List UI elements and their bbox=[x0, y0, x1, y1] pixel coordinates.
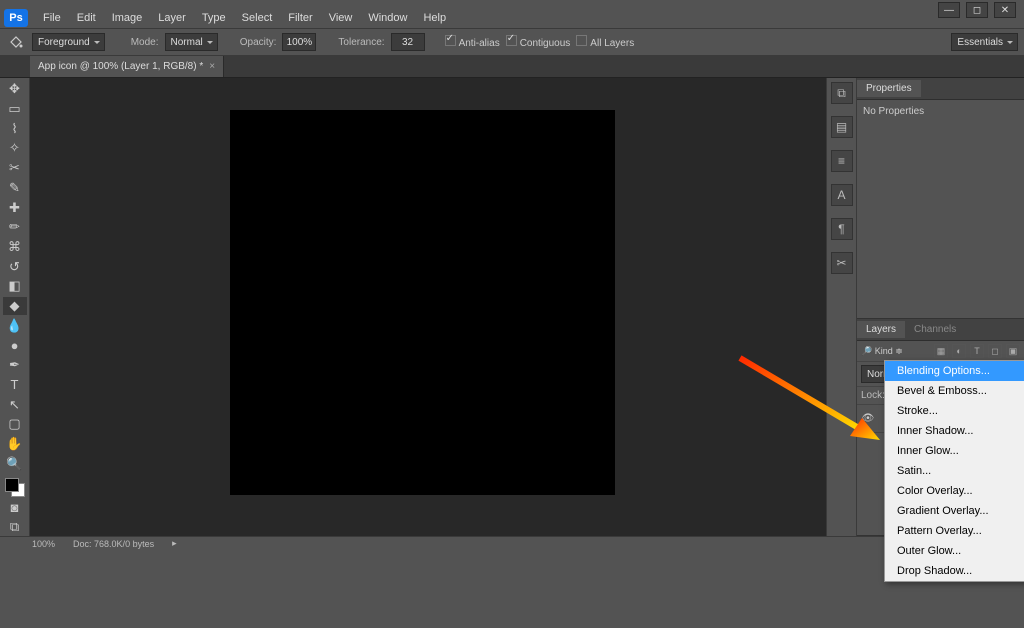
wand-tool[interactable]: ✧ bbox=[3, 139, 27, 158]
path-tool[interactable]: ↖ bbox=[3, 395, 27, 414]
menu-window[interactable]: Window bbox=[361, 10, 414, 26]
menu-select[interactable]: Select bbox=[235, 10, 280, 26]
bucket-tool-icon[interactable] bbox=[6, 32, 26, 52]
heal-tool[interactable]: ✚ bbox=[3, 198, 27, 217]
menu-layer[interactable]: Layer bbox=[151, 10, 193, 26]
ctx-inner-shadow[interactable]: Inner Shadow... bbox=[885, 421, 1024, 441]
filter-smart-icon[interactable]: ▣ bbox=[1006, 344, 1020, 358]
ctx-gradient-overlay[interactable]: Gradient Overlay... bbox=[885, 501, 1024, 521]
ctx-stroke[interactable]: Stroke... bbox=[885, 401, 1024, 421]
kind-filter[interactable]: 🔎 Kind ≑ bbox=[861, 346, 903, 357]
eyedropper-tool[interactable]: ✎ bbox=[3, 179, 27, 198]
status-arrow-icon[interactable]: ▸ bbox=[172, 538, 177, 549]
tolerance-label: Tolerance: bbox=[338, 37, 384, 48]
menu-type[interactable]: Type bbox=[195, 10, 233, 26]
filter-shape-icon[interactable]: ◻ bbox=[988, 344, 1002, 358]
properties-tab[interactable]: Properties bbox=[857, 80, 921, 97]
stamp-tool[interactable]: ⌘ bbox=[3, 238, 27, 257]
ctx-drop-shadow[interactable]: Drop Shadow... bbox=[885, 561, 1024, 581]
brush-panel-icon[interactable]: ≡ bbox=[831, 150, 853, 172]
ctx-outer-glow[interactable]: Outer Glow... bbox=[885, 541, 1024, 561]
screenmode-toggle[interactable]: ⧉ bbox=[3, 517, 27, 536]
crop-tool[interactable]: ✂ bbox=[3, 159, 27, 178]
ctx-color-overlay[interactable]: Color Overlay... bbox=[885, 481, 1024, 501]
all-layers-checkbox[interactable]: All Layers bbox=[576, 35, 634, 49]
para-panel-icon[interactable]: ¶ bbox=[831, 218, 853, 240]
menu-view[interactable]: View bbox=[322, 10, 360, 26]
brush-tool[interactable]: ✏ bbox=[3, 218, 27, 237]
actions-panel-icon[interactable]: ▤ bbox=[831, 116, 853, 138]
zoom-level[interactable]: 100% bbox=[32, 539, 55, 549]
filter-adjust-icon[interactable]: ◐ bbox=[952, 344, 966, 358]
doc-info: Doc: 768.0K/0 bytes bbox=[73, 539, 154, 549]
contiguous-checkbox[interactable]: Contiguous bbox=[506, 35, 571, 49]
properties-body: No Properties bbox=[857, 100, 1024, 318]
options-bar: Foreground Mode: Normal Opacity: 100% To… bbox=[0, 28, 1024, 56]
collapsed-panels: ⧉ ▤ ≡ A ¶ ✂ bbox=[826, 78, 856, 536]
menu-edit[interactable]: Edit bbox=[70, 10, 103, 26]
properties-empty-text: No Properties bbox=[863, 106, 924, 117]
artboard[interactable] bbox=[230, 110, 615, 495]
lock-label: Lock: bbox=[861, 390, 885, 401]
menu-file[interactable]: File bbox=[36, 10, 68, 26]
quickmask-toggle[interactable]: ◙ bbox=[3, 498, 27, 517]
ctx-bevel-emboss[interactable]: Bevel & Emboss... bbox=[885, 381, 1024, 401]
window-maximize-button[interactable]: ◻ bbox=[966, 2, 988, 18]
shape-tool[interactable]: ▢ bbox=[3, 415, 27, 434]
swatches-panel-icon[interactable]: ✂ bbox=[831, 252, 853, 274]
window-minimize-button[interactable]: — bbox=[938, 2, 960, 18]
document-tab-bar: App icon @ 100% (Layer 1, RGB/8) * × bbox=[0, 56, 1024, 78]
mode-label: Mode: bbox=[131, 37, 159, 48]
window-close-button[interactable]: ✕ bbox=[994, 2, 1016, 18]
menu-help[interactable]: Help bbox=[416, 10, 453, 26]
zoom-tool[interactable]: 🔍 bbox=[3, 454, 27, 473]
visibility-toggle-icon[interactable]: 👁 bbox=[861, 413, 875, 424]
app-logo: Ps bbox=[4, 9, 28, 27]
history-brush-tool[interactable]: ↺ bbox=[3, 257, 27, 276]
document-tab-label: App icon @ 100% (Layer 1, RGB/8) * bbox=[38, 61, 203, 72]
lasso-tool[interactable]: ⌇ bbox=[3, 119, 27, 138]
foreground-color-swatch[interactable] bbox=[5, 478, 19, 492]
status-bar: 100% Doc: 768.0K/0 bytes ▸ bbox=[0, 536, 1024, 550]
blur-tool[interactable]: 💧 bbox=[3, 316, 27, 335]
filter-pixel-icon[interactable]: ▦ bbox=[934, 344, 948, 358]
ctx-pattern-overlay[interactable]: Pattern Overlay... bbox=[885, 521, 1024, 541]
tolerance-input[interactable]: 32 bbox=[391, 33, 425, 51]
hand-tool[interactable]: ✋ bbox=[3, 435, 27, 454]
opacity-label: Opacity: bbox=[240, 37, 277, 48]
type-tool[interactable]: T bbox=[3, 376, 27, 395]
ctx-satin[interactable]: Satin... bbox=[885, 461, 1024, 481]
marquee-tool[interactable]: ▭ bbox=[3, 100, 27, 119]
bucket-tool[interactable]: ◆ bbox=[3, 297, 27, 316]
dodge-tool[interactable]: ● bbox=[3, 336, 27, 355]
workspace-dropdown[interactable]: Essentials bbox=[951, 33, 1018, 51]
canvas-area[interactable] bbox=[30, 78, 826, 536]
close-tab-icon[interactable]: × bbox=[209, 61, 215, 72]
eraser-tool[interactable]: ◧ bbox=[3, 277, 27, 296]
channels-tab[interactable]: Channels bbox=[905, 321, 965, 338]
fill-target-dropdown[interactable]: Foreground bbox=[32, 33, 105, 51]
ctx-inner-glow[interactable]: Inner Glow... bbox=[885, 441, 1024, 461]
char-panel-icon[interactable]: A bbox=[831, 184, 853, 206]
menu-bar: Ps File Edit Image Layer Type Select Fil… bbox=[0, 8, 1024, 28]
color-swatches[interactable] bbox=[5, 478, 25, 497]
ctx-blending-options[interactable]: Blending Options... bbox=[885, 361, 1024, 381]
filter-type-icon[interactable]: T bbox=[970, 344, 984, 358]
layer-style-context-menu: Blending Options... Bevel & Emboss... St… bbox=[884, 360, 1024, 582]
toolbox: ✥ ▭ ⌇ ✧ ✂ ✎ ✚ ✏ ⌘ ↺ ◧ ◆ 💧 ● ✒ T ↖ ▢ ✋ 🔍 … bbox=[0, 78, 30, 536]
history-panel-icon[interactable]: ⧉ bbox=[831, 82, 853, 104]
layers-tab[interactable]: Layers bbox=[857, 321, 905, 338]
menu-image[interactable]: Image bbox=[105, 10, 150, 26]
mode-dropdown[interactable]: Normal bbox=[165, 33, 218, 51]
menu-filter[interactable]: Filter bbox=[281, 10, 319, 26]
antialias-checkbox[interactable]: Anti-alias bbox=[445, 35, 500, 49]
move-tool[interactable]: ✥ bbox=[3, 80, 27, 99]
opacity-input[interactable]: 100% bbox=[282, 33, 316, 51]
document-tab[interactable]: App icon @ 100% (Layer 1, RGB/8) * × bbox=[30, 56, 224, 77]
pen-tool[interactable]: ✒ bbox=[3, 356, 27, 375]
